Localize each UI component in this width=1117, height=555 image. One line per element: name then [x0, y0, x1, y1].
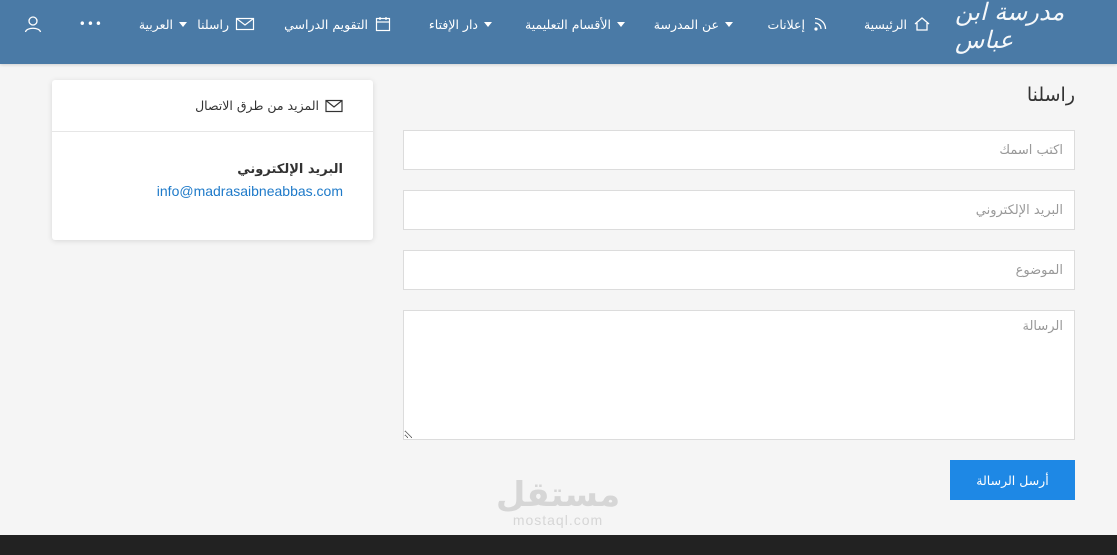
nav-announcements[interactable]: إعلانات [768, 0, 831, 48]
school-logo[interactable]: مدرسة ابن عباس [955, 0, 1103, 54]
nav-announcements-label: إعلانات [767, 16, 805, 32]
message-textarea[interactable] [403, 310, 1075, 440]
rss-icon [811, 15, 831, 33]
nav-departments[interactable]: الأقسام التعليمية [525, 0, 625, 48]
contact-card-header: المزيد من طرق الاتصال [52, 80, 373, 132]
email-link[interactable]: info@madrasaibneabbas.com [52, 183, 343, 199]
nav-fatwa-label: دار الإفتاء [428, 16, 478, 32]
more-menu-button[interactable]: ••• [79, 0, 103, 48]
nav-calendar-label: التقويم الدراسي [284, 16, 368, 32]
contact-card-body: البريد الإلكتروني info@madrasaibneabbas.… [52, 132, 373, 199]
name-input[interactable] [403, 130, 1075, 170]
watermark: مستقل mostaql.com [488, 478, 628, 528]
chevron-down-icon [725, 21, 733, 27]
page-title: راسلنا [1026, 84, 1075, 106]
nav-contact[interactable]: راسلنا [197, 0, 255, 48]
email-input[interactable] [403, 190, 1075, 230]
footer [0, 535, 1117, 555]
nav-home-label: الرئيسية [863, 16, 907, 32]
nav-home[interactable]: الرئيسية [864, 0, 931, 48]
contact-card-heading: المزيد من طرق الاتصال [195, 98, 319, 113]
send-message-button[interactable]: أرسل الرسالة [950, 460, 1075, 500]
nav-departments-label: الأقسام التعليمية [525, 16, 611, 32]
subject-input[interactable] [403, 250, 1075, 290]
nav-about-label: عن المدرسة [653, 16, 719, 32]
language-label: العربية [138, 16, 173, 32]
nav-fatwa[interactable]: دار الإفتاء [429, 0, 492, 48]
home-icon [913, 15, 931, 33]
user-account-button[interactable] [23, 0, 43, 48]
user-icon [23, 14, 43, 34]
top-navigation: مدرسة ابن عباس الرئيسية إعلانات عن المدر… [0, 0, 1117, 64]
chevron-down-icon [484, 21, 492, 27]
nav-about[interactable]: عن المدرسة [654, 0, 733, 48]
envelope-icon [235, 16, 255, 32]
more-icon: ••• [78, 17, 103, 31]
language-selector[interactable]: العربية [139, 0, 187, 48]
nav-calendar[interactable]: التقويم الدراسي [284, 0, 392, 48]
chevron-down-icon [617, 21, 625, 27]
nav-contact-label: راسلنا [197, 16, 229, 32]
contact-info-card: المزيد من طرق الاتصال البريد الإلكتروني … [52, 80, 373, 240]
watermark-arabic: مستقل [495, 475, 621, 515]
envelope-icon [325, 99, 343, 113]
logo-text: مدرسة ابن عباس [955, 0, 1065, 54]
chevron-down-icon [179, 21, 187, 27]
email-label: البريد الإلكتروني [237, 162, 343, 177]
calendar-icon [374, 15, 392, 33]
